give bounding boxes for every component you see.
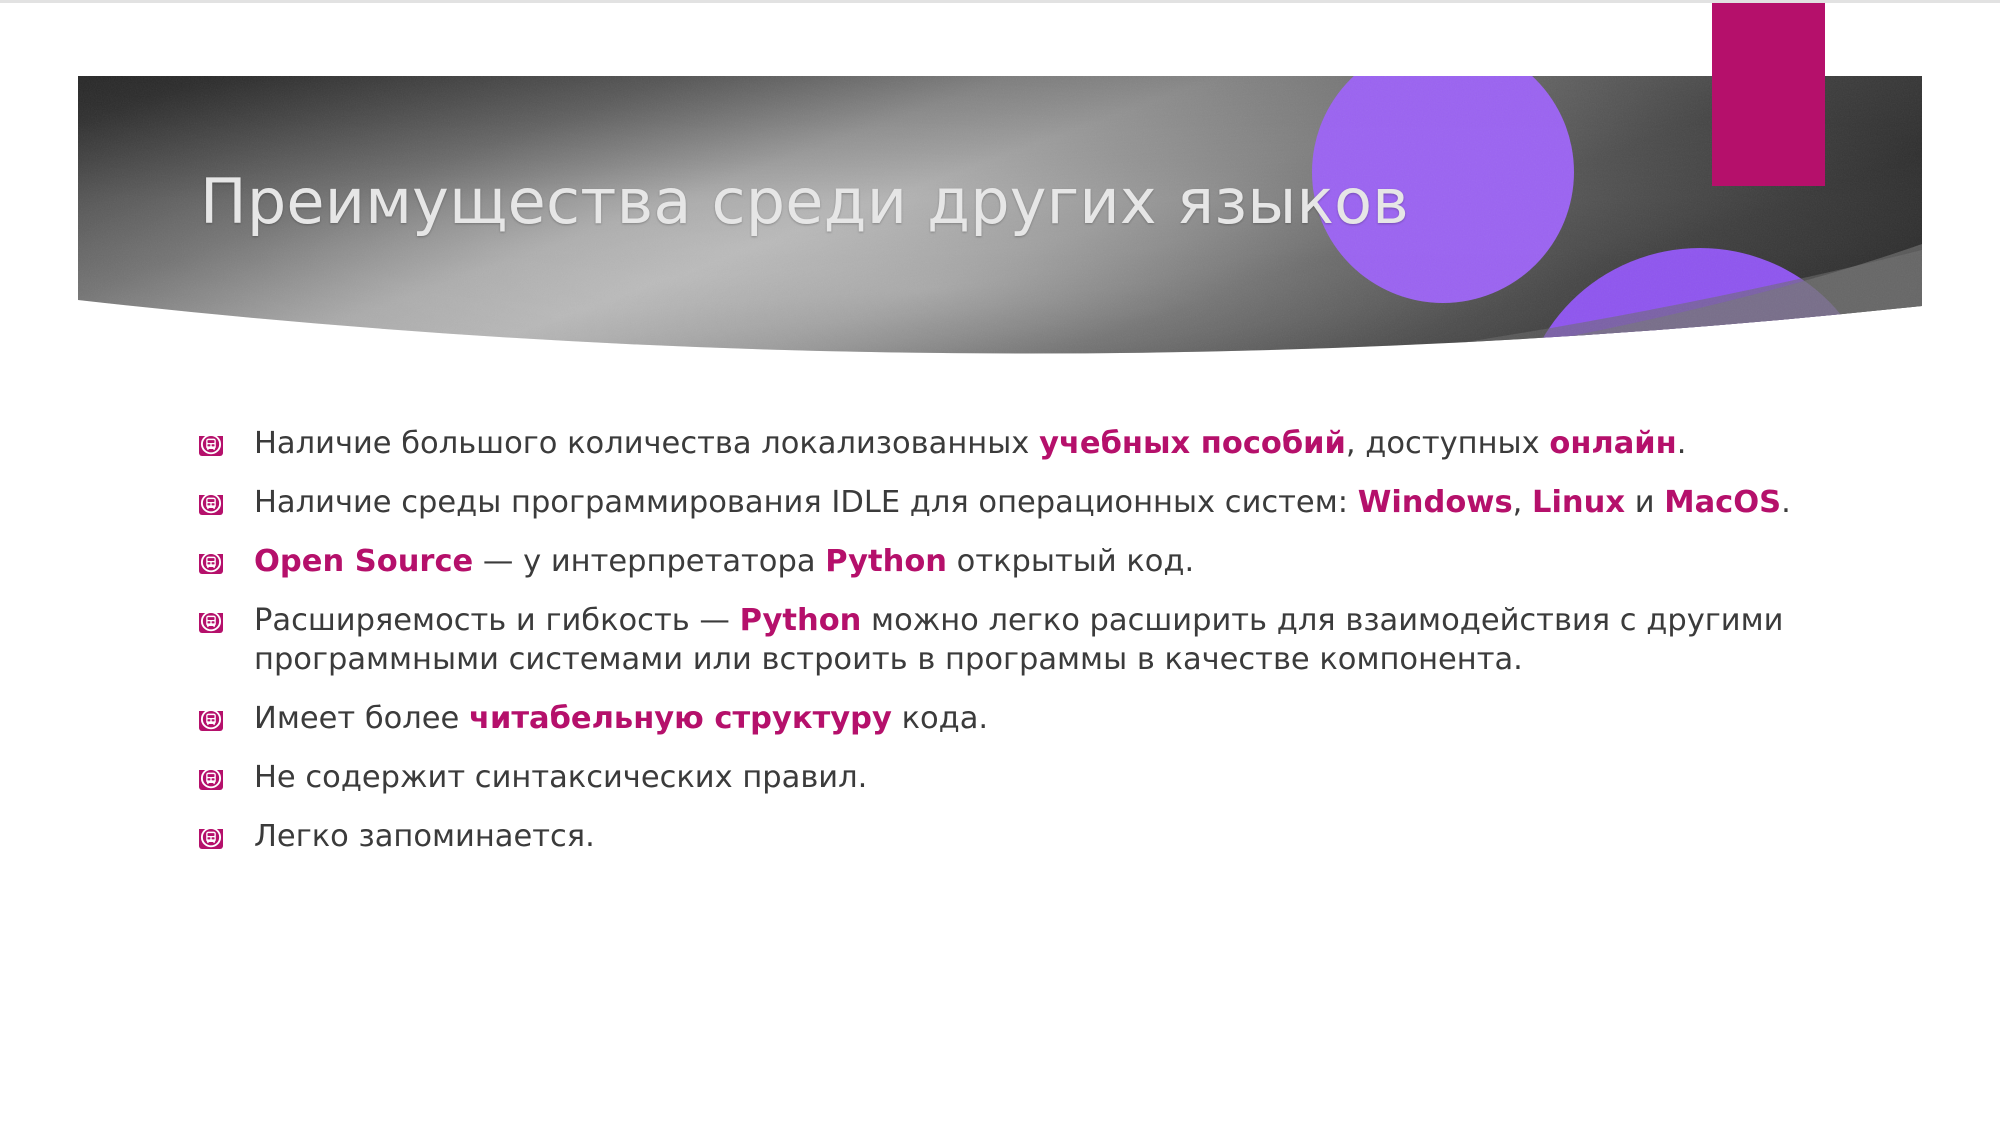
- bullet-plain: — у интерпретатора: [473, 544, 826, 580]
- bullet-item: Наличие большого количества локализованн…: [196, 424, 1836, 463]
- purple-wave-band: [1450, 334, 1922, 354]
- bullet-plain: Расширяемость и гибкость —: [254, 603, 740, 639]
- bullet-plain: Не содержит синтаксических правил.: [254, 760, 868, 796]
- bullet-text: Имеет более читабельную структуру кода.: [254, 699, 1836, 738]
- bullet-plain: открытый код.: [946, 544, 1195, 580]
- bullet-highlight: учебных пособий: [1039, 426, 1346, 461]
- bullet-highlight: онлайн: [1549, 426, 1677, 461]
- bullet-highlight: Python: [825, 544, 947, 580]
- bus-badge-bullet-icon: [199, 827, 223, 850]
- bullet-plain: .: [1676, 426, 1687, 461]
- bullet-list: Наличие большого количества локализованн…: [196, 424, 1836, 876]
- bus-badge-bullet-icon: [199, 611, 223, 634]
- bullet-marker: [196, 706, 226, 736]
- bullet-marker: [196, 431, 226, 461]
- bullet-plain: кода.: [891, 701, 989, 737]
- bullet-plain: Имеет более: [254, 701, 470, 737]
- top-edge-rule: [0, 0, 2000, 3]
- bullet-highlight: Windows: [1357, 485, 1513, 521]
- bus-badge-bullet-icon: [199, 434, 223, 456]
- bullet-highlight: читабельную структуру: [469, 701, 892, 737]
- bullet-item: Расширяемость и гибкость — Python можно …: [196, 601, 1836, 679]
- bullet-marker: [196, 490, 226, 520]
- bullet-highlight: MacOS: [1664, 485, 1782, 521]
- bullet-item: Наличие среды программирования IDLE для …: [196, 483, 1836, 522]
- bullet-text: Наличие среды программирования IDLE для …: [254, 483, 1836, 522]
- bullet-item: Не содержит синтаксических правил.: [196, 758, 1836, 797]
- bullet-marker: [196, 549, 226, 579]
- bullet-highlight: Open Source: [254, 544, 474, 580]
- bullet-item: Легко запоминается.: [196, 817, 1836, 856]
- bullet-marker: [196, 765, 226, 795]
- bullet-item: Имеет более читабельную структуру кода.: [196, 699, 1836, 738]
- bullet-text: Расширяемость и гибкость — Python можно …: [254, 601, 1836, 679]
- bullet-text: Легко запоминается.: [254, 817, 1836, 856]
- bullet-highlight: Linux: [1532, 485, 1626, 521]
- slide-canvas: Преимущества среди других языков Наличие…: [0, 0, 2000, 1125]
- bullet-plain: ,: [1512, 485, 1533, 521]
- bullet-plain: Легко запоминается.: [254, 819, 595, 855]
- bullet-text: Open Source — у интерпретатора Python от…: [254, 542, 1836, 581]
- magenta-accent-bar: [1712, 0, 1825, 186]
- page-title: Преимущества среди других языков: [200, 165, 1410, 238]
- bullet-plain: Наличие среды программирования IDLE для …: [254, 485, 1358, 521]
- bullet-text: Наличие большого количества локализованн…: [254, 424, 1836, 463]
- bullet-plain: , доступных: [1345, 426, 1550, 461]
- bullet-marker: [196, 608, 226, 638]
- bullet-marker: [196, 824, 226, 854]
- bus-badge-bullet-icon: [199, 709, 223, 732]
- bullet-highlight: Python: [739, 603, 862, 639]
- bus-badge-bullet-icon: [199, 552, 223, 575]
- bullet-plain: и: [1625, 485, 1665, 521]
- bullet-item: Open Source — у интерпретатора Python от…: [196, 542, 1836, 581]
- bus-badge-bullet-icon: [199, 768, 223, 791]
- bullet-plain: .: [1781, 485, 1791, 521]
- bullet-plain: Наличие большого количества локализованн…: [254, 426, 1040, 461]
- bullet-text: Не содержит синтаксических правил.: [254, 758, 1836, 797]
- bus-badge-bullet-icon: [199, 493, 223, 516]
